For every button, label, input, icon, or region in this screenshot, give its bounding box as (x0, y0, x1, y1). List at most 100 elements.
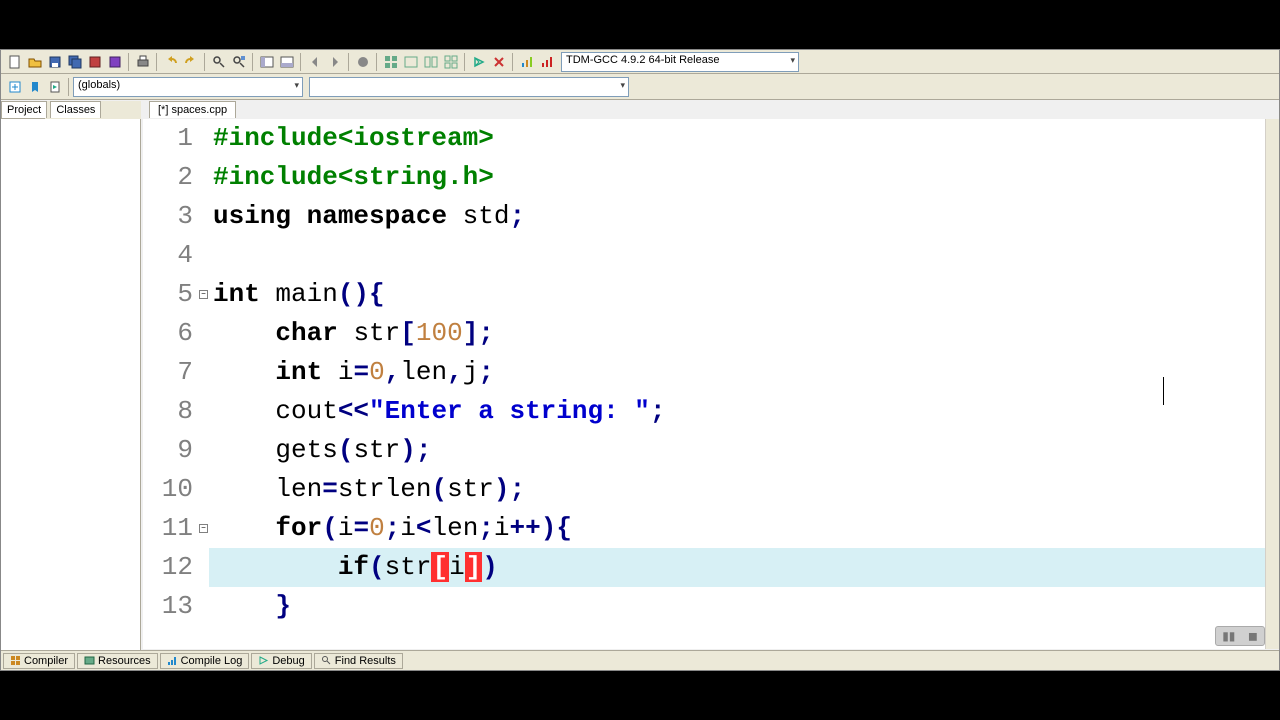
separator (252, 53, 254, 71)
left-panel-tabs: Project Classes Debug (1, 101, 141, 119)
code-area[interactable]: #include<iostream> #include<string.h> usin… (213, 119, 1263, 626)
bookmark-icon[interactable] (354, 53, 372, 71)
token-plain: main (260, 279, 338, 309)
insert-icon[interactable] (6, 78, 24, 96)
tab-compiler[interactable]: Compiler (3, 653, 75, 669)
tab-compile-log[interactable]: Compile Log (160, 653, 250, 669)
save-as-icon[interactable] (86, 53, 104, 71)
separator (512, 53, 514, 71)
separator (300, 53, 302, 71)
print-icon[interactable] (134, 53, 152, 71)
code-line[interactable]: } (213, 587, 1263, 626)
new-icon[interactable] (6, 53, 24, 71)
cancel-icon[interactable] (490, 53, 508, 71)
project-panel (1, 119, 141, 650)
bottom-tabs: Compiler Resources Compile Log Debug Fin… (1, 650, 1279, 670)
token-pp: #include<string.h> (213, 162, 494, 192)
editor-tabs: [*] spaces.cpp (149, 101, 236, 119)
token-op: ++){ (510, 513, 572, 543)
token-pp: #include<iostream> (213, 123, 494, 153)
compile-icon[interactable] (470, 53, 488, 71)
token-plain (213, 513, 275, 543)
code-line[interactable]: #include<string.h> (213, 158, 1263, 197)
separator (156, 53, 158, 71)
open-icon[interactable] (26, 53, 44, 71)
token-op: , (447, 357, 463, 387)
separator (348, 53, 350, 71)
token-op: ; (650, 396, 666, 426)
token-plain: str (353, 435, 400, 465)
token-plain: len (432, 513, 479, 543)
token-op: < (416, 513, 432, 543)
code-line[interactable]: cout<<"Enter a string: "; (213, 392, 1263, 431)
token-kw: char (275, 318, 337, 348)
debug-icon[interactable] (538, 53, 556, 71)
bookmark2-icon[interactable] (26, 78, 44, 96)
find-icon[interactable] (210, 53, 228, 71)
vertical-scrollbar[interactable] (1265, 119, 1279, 649)
code-line[interactable]: #include<iostream> (213, 119, 1263, 158)
recording-indicator[interactable]: ▮▮◼ (1215, 626, 1265, 646)
token-op: = (353, 357, 369, 387)
line-number: 10 (143, 470, 199, 509)
token-kw: if (338, 552, 369, 582)
token-plain: len (400, 357, 447, 387)
tab-classes[interactable]: Classes (50, 101, 101, 118)
code-line[interactable]: for(i=0;i<len;i++){ (213, 509, 1263, 548)
fold-toggle-icon[interactable]: − (199, 524, 208, 533)
scope-select[interactable]: (globals) (73, 77, 303, 97)
token-num: 0 (369, 357, 385, 387)
tab-resources[interactable]: Resources (77, 653, 158, 669)
token-plain (291, 201, 307, 231)
compiler-select[interactable]: TDM-GCC 4.9.2 64-bit Release (561, 52, 799, 72)
toggle-bottom-icon[interactable] (278, 53, 296, 71)
separator (464, 53, 466, 71)
token-op: ; (509, 201, 525, 231)
token-op: ; (385, 513, 401, 543)
tab-debug-bottom[interactable]: Debug (251, 653, 311, 669)
token-op: [ (400, 318, 416, 348)
token-op: ( (431, 474, 447, 504)
profile-icon[interactable] (518, 53, 536, 71)
token-op: ( (338, 435, 354, 465)
grid4-icon[interactable] (442, 53, 460, 71)
grid2-icon[interactable] (402, 53, 420, 71)
fold-toggle-icon[interactable]: − (199, 290, 208, 299)
code-line[interactable]: gets(str); (213, 431, 1263, 470)
tab-find-results[interactable]: Find Results (314, 653, 403, 669)
code-line[interactable] (213, 236, 1263, 275)
toggle-left-icon[interactable] (258, 53, 276, 71)
code-line[interactable]: int main(){ (213, 275, 1263, 314)
token-kw: namespace (307, 201, 447, 231)
token-op: = (322, 474, 338, 504)
line-number: 11 (143, 509, 199, 548)
token-op: } (275, 591, 291, 621)
redo-icon[interactable] (182, 53, 200, 71)
grid1-icon[interactable] (382, 53, 400, 71)
code-line[interactable]: len=strlen(str); (213, 470, 1263, 509)
token-kw: using (213, 201, 291, 231)
member-select[interactable] (309, 77, 629, 97)
undo-icon[interactable] (162, 53, 180, 71)
line-number: 9 (143, 431, 199, 470)
code-line[interactable]: int i=0,len,j; (213, 353, 1263, 392)
code-line[interactable]: using namespace std; (213, 197, 1263, 236)
save-all-icon[interactable] (66, 53, 84, 71)
code-editor[interactable]: 12345678910111213 −− #include<iostream>#… (143, 119, 1277, 649)
nav-fwd-icon[interactable] (326, 53, 344, 71)
code-line[interactable]: char str[100]; (213, 314, 1263, 353)
token-op: ( (369, 552, 385, 582)
token-plain: str (338, 318, 400, 348)
tab-project[interactable]: Project (1, 101, 47, 118)
goto-icon[interactable] (46, 78, 64, 96)
line-number: 5 (143, 275, 199, 314)
close-icon[interactable] (106, 53, 124, 71)
grid3-icon[interactable] (422, 53, 440, 71)
nav-back-icon[interactable] (306, 53, 324, 71)
editor-tab-spaces[interactable]: [*] spaces.cpp (149, 101, 236, 118)
code-line[interactable]: if(str[i]) (209, 548, 1277, 587)
replace-icon[interactable] (230, 53, 248, 71)
save-icon[interactable] (46, 53, 64, 71)
line-number: 2 (143, 158, 199, 197)
token-plain (213, 552, 338, 582)
